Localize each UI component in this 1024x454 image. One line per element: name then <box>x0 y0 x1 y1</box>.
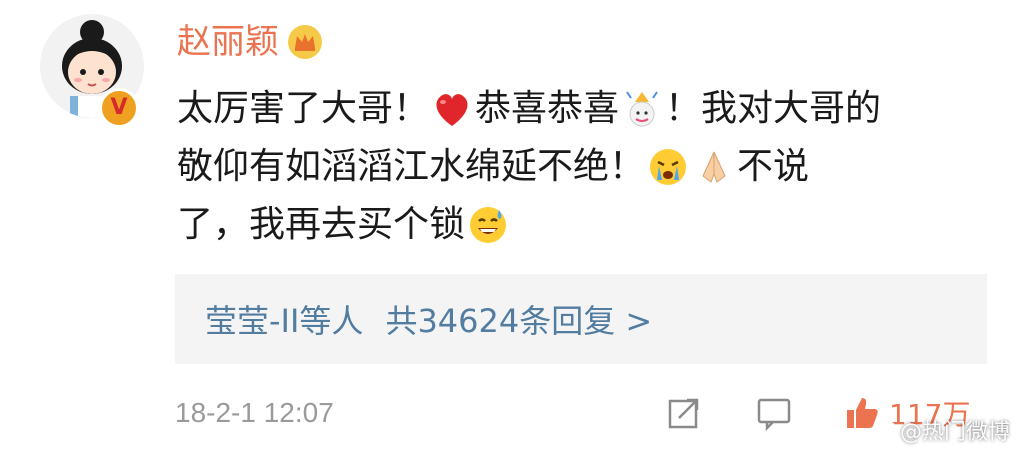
party-icon <box>626 91 658 127</box>
reply-count[interactable]: 共34624条回复 > <box>385 296 652 342</box>
verified-badge: V <box>99 88 139 128</box>
reply-users[interactable]: 莹莹-II等人 <box>205 296 363 342</box>
crown-icon <box>288 25 322 59</box>
comment-line-3: 了，我再去买个锁 <box>177 196 987 254</box>
weibo-comment: V 赵丽颖 太厉害了大哥！ 恭喜恭喜 ！我对大哥的 敬仰有如滔滔江水绵延不绝！ … <box>0 0 1024 454</box>
username[interactable]: 赵丽颖 <box>177 18 279 66</box>
comment-segment: 恭喜恭喜 <box>475 88 620 129</box>
replies-summary[interactable]: 莹莹-II等人 共34624条回复 > <box>175 274 987 364</box>
comment-segment: 敬仰有如滔滔江水绵延不绝！ <box>177 146 646 187</box>
timestamp: 18-2-1 12:07 <box>175 397 334 428</box>
comment-segment: ！我对大哥的 <box>665 88 882 129</box>
comment-segment: 不说 <box>737 146 810 187</box>
crying-icon <box>650 149 687 185</box>
heart-icon <box>436 94 468 126</box>
sweat-smile-icon <box>470 207 507 243</box>
comment-icon[interactable] <box>755 394 793 432</box>
praying-hands-icon <box>702 151 726 183</box>
watermark: @热门微博 <box>869 414 1010 446</box>
watermark-text: @热门微博 <box>899 420 1010 445</box>
comment-text: 太厉害了大哥！ 恭喜恭喜 ！我对大哥的 敬仰有如滔滔江水绵延不绝！ 不说 了，我… <box>177 80 987 254</box>
weibo-logo-icon <box>869 421 895 440</box>
username-row: 赵丽颖 <box>177 18 323 66</box>
share-icon[interactable] <box>665 394 703 432</box>
comment-segment: 了，我再去买个锁 <box>177 204 466 245</box>
comment-line-2: 敬仰有如滔滔江水绵延不绝！ 不说 <box>177 138 987 196</box>
comment-line-1: 太厉害了大哥！ 恭喜恭喜 ！我对大哥的 <box>177 80 987 138</box>
comment-segment: 太厉害了大哥！ <box>177 88 430 129</box>
